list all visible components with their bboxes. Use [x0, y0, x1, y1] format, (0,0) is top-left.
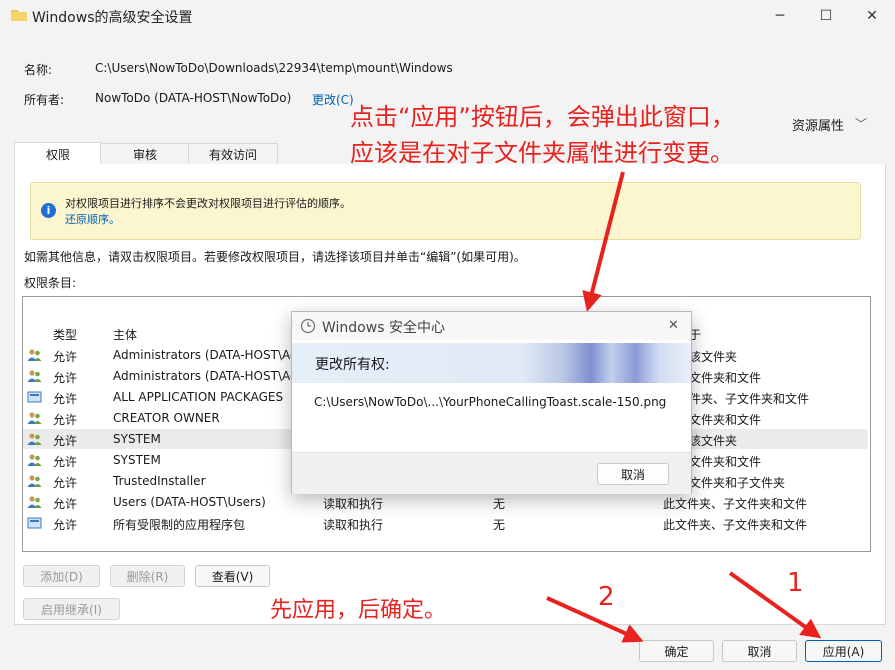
arrow-to-apply: [728, 571, 822, 639]
annotation-arrows: [546, 171, 822, 643]
arrow-to-dialog: [582, 171, 625, 312]
arrow-to-ok: [546, 596, 644, 643]
